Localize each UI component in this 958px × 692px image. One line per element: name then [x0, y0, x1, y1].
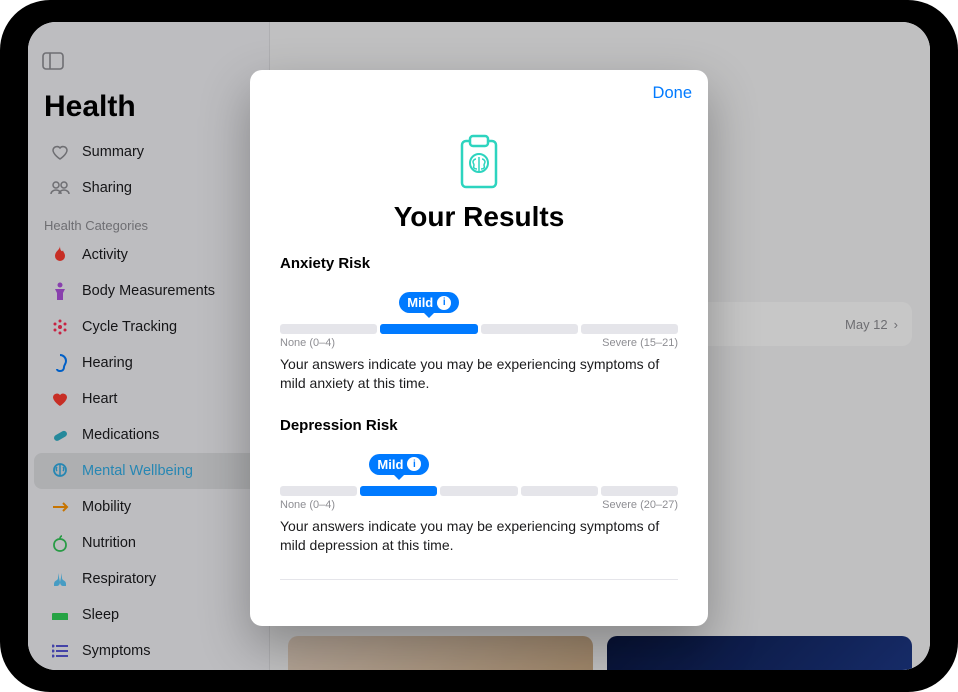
anxiety-max-label: Severe (15–21)	[602, 337, 678, 349]
depression-risk-block: Depression Risk Mild i None (0–4) Severe…	[280, 417, 678, 555]
segment	[521, 486, 598, 496]
segment	[380, 324, 477, 334]
anxiety-min-label: None (0–4)	[280, 337, 335, 349]
info-icon: i	[407, 457, 421, 471]
results-title: Your Results	[280, 201, 678, 233]
segment	[440, 486, 517, 496]
depression-min-label: None (0–4)	[280, 499, 335, 511]
segment	[360, 486, 437, 496]
anxiety-segment-bar	[280, 324, 678, 334]
anxiety-risk-block: Anxiety Risk Mild i None (0–4) Severe (1…	[280, 255, 678, 393]
segment	[601, 486, 678, 496]
depression-segment-bar	[280, 486, 678, 496]
ipad-frame: 9:41 AM Mon Jun 10 100% Health Su	[0, 0, 958, 692]
segment	[280, 486, 357, 496]
depression-max-label: Severe (20–27)	[602, 499, 678, 511]
anxiety-label: Anxiety Risk	[280, 255, 678, 272]
done-button[interactable]: Done	[653, 84, 692, 103]
results-modal: Done Your Results Anxiety Risk	[250, 70, 708, 626]
clipboard-brain-icon	[280, 133, 678, 191]
depression-badge[interactable]: Mild i	[369, 454, 429, 475]
segment	[581, 324, 678, 334]
anxiety-badge[interactable]: Mild i	[399, 292, 459, 313]
segment	[280, 324, 377, 334]
segment	[481, 324, 578, 334]
screen: 9:41 AM Mon Jun 10 100% Health Su	[28, 22, 930, 670]
anxiety-description: Your answers indicate you may be experie…	[280, 355, 678, 393]
depression-description: Your answers indicate you may be experie…	[280, 517, 678, 555]
divider	[280, 579, 678, 580]
depression-label: Depression Risk	[280, 417, 678, 434]
info-icon: i	[437, 296, 451, 310]
